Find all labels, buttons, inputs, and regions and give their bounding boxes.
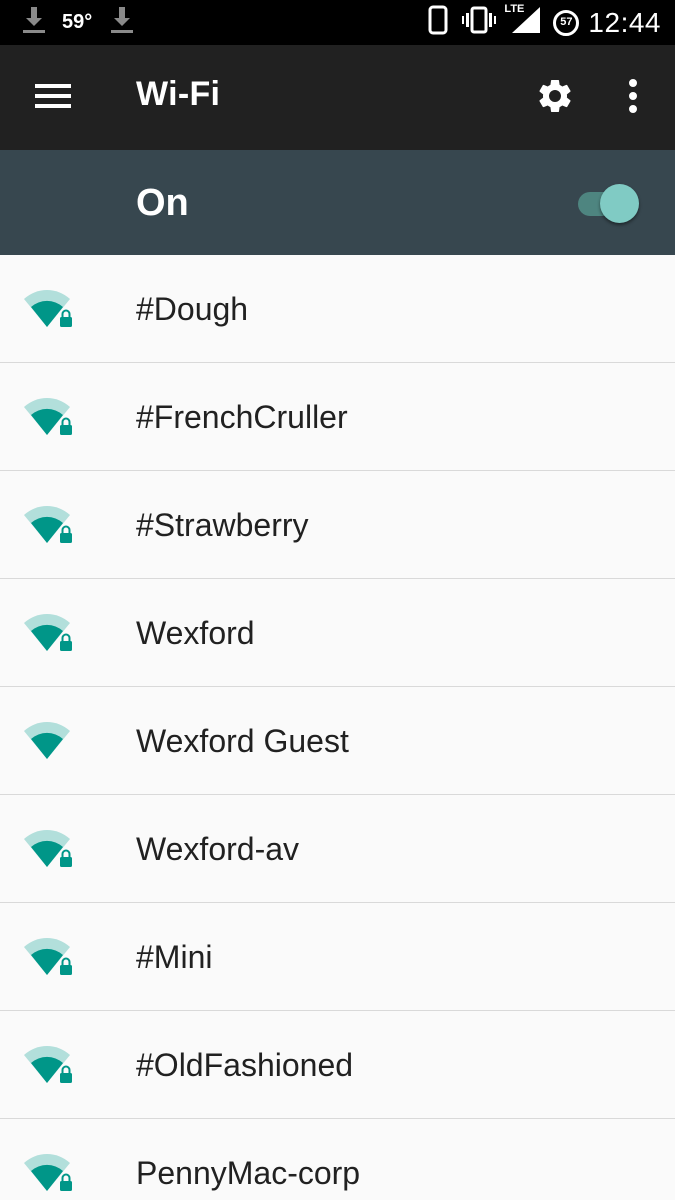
network-ssid: Wexford	[136, 615, 255, 651]
wifi-secured-icon	[22, 395, 74, 441]
navigation-drawer-button[interactable]	[26, 71, 80, 125]
network-ssid: #OldFashioned	[136, 1047, 354, 1083]
network-row[interactable]: Wexford	[0, 579, 675, 687]
more-vert-icon	[628, 78, 638, 118]
network-ssid: #Dough	[136, 291, 249, 327]
toggle-thumb	[600, 184, 639, 223]
wifi-master-switch-bar[interactable]: On	[0, 150, 675, 255]
network-row[interactable]: Wexford-av	[0, 795, 675, 903]
network-ssid: #FrenchCruller	[136, 399, 348, 435]
network-row[interactable]: #Mini	[0, 903, 675, 1011]
network-type-label: LTE	[504, 3, 525, 15]
signal-icon: LTE	[504, 3, 542, 40]
download-icon	[110, 5, 134, 40]
wifi-secured-icon	[22, 611, 74, 657]
network-row[interactable]: #OldFashioned	[0, 1011, 675, 1119]
download-icon	[22, 5, 46, 40]
network-ssid: PennyMac-corp	[136, 1155, 361, 1191]
wifi-secured-icon	[22, 503, 74, 549]
wifi-secured-icon	[22, 287, 74, 333]
wifi-secured-icon	[22, 1043, 74, 1089]
wifi-secured-icon	[22, 935, 74, 981]
page-title: Wi-Fi	[136, 75, 221, 113]
network-ssid: Wexford Guest	[136, 723, 349, 759]
network-ssid: #Mini	[136, 939, 213, 975]
vibrate-icon	[462, 6, 497, 39]
app-toolbar: Wi-Fi	[0, 45, 675, 150]
network-list: #Dough #FrenchCruller #Strawberry Wexford We…	[0, 255, 675, 1200]
network-row[interactable]: PennyMac-corp	[0, 1119, 675, 1200]
battery-level: 57	[560, 15, 573, 28]
phone-icon	[428, 5, 448, 40]
network-row[interactable]: #Dough	[0, 255, 675, 363]
network-ssid: Wexford-av	[136, 831, 300, 867]
clock: 12:44	[588, 6, 661, 38]
weather-temperature: 59°	[62, 11, 93, 33]
battery-saver-icon: 57	[552, 9, 580, 37]
gear-icon	[535, 76, 575, 121]
network-row[interactable]: #Strawberry	[0, 471, 675, 579]
wifi-secured-icon	[22, 1151, 74, 1197]
wifi-state-label: On	[136, 182, 189, 224]
network-ssid: #Strawberry	[136, 507, 309, 543]
network-row[interactable]: Wexford Guest	[0, 687, 675, 795]
overflow-menu-button[interactable]	[606, 71, 660, 125]
status-bar: 59° LTE 57 12:44	[0, 0, 675, 45]
wifi-toggle-switch[interactable]	[578, 183, 640, 225]
wifi-signal-icon	[22, 719, 74, 765]
hamburger-menu-icon	[35, 83, 71, 114]
wifi-secured-icon	[22, 827, 74, 873]
wifi-settings-button[interactable]	[528, 71, 582, 125]
network-row[interactable]: #FrenchCruller	[0, 363, 675, 471]
